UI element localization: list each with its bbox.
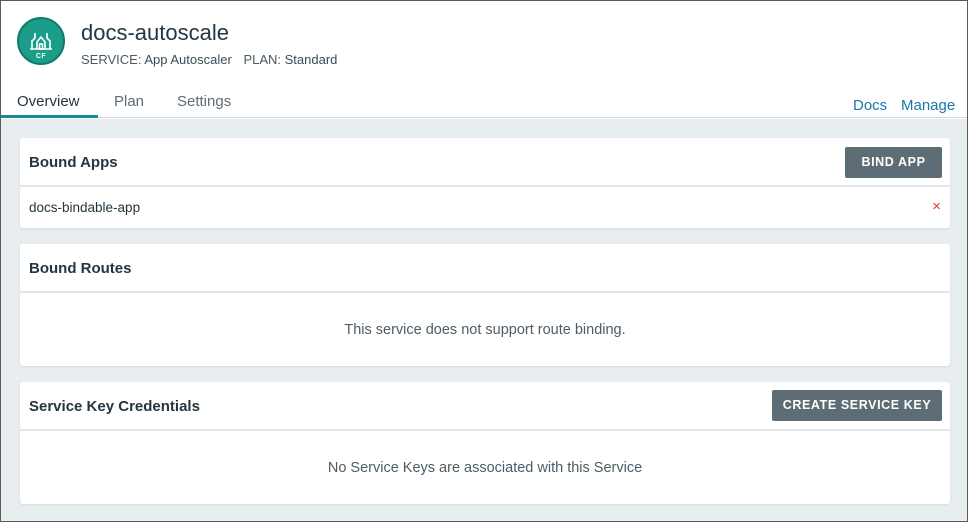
page-title: docs-autoscale: [81, 20, 229, 45]
logo-label: CF: [35, 53, 47, 60]
plan-label: PLAN:: [243, 52, 282, 67]
service-keys-card: Service Key Credentials CREATE SERVICE K…: [20, 382, 950, 504]
active-tab-indicator: [1, 115, 98, 118]
remove-app-icon[interactable]: ×: [932, 198, 941, 215]
service-meta: SERVICE: App Autoscaler PLAN: Standard: [81, 52, 337, 67]
bound-routes-title: Bound Routes: [29, 260, 132, 277]
manage-link[interactable]: Manage: [901, 97, 955, 114]
window: CF docs-autoscale SERVICE: App Autoscale…: [0, 0, 968, 522]
create-service-key-button[interactable]: CREATE SERVICE KEY: [772, 390, 942, 421]
docs-link[interactable]: Docs: [853, 97, 887, 114]
bound-routes-header: Bound Routes: [20, 244, 950, 293]
bound-apps-header: Bound Apps BIND APP: [20, 138, 950, 187]
service-label: SERVICE:: [81, 52, 142, 67]
tab-plan[interactable]: Plan: [114, 89, 144, 118]
service-logo-icon: CF: [17, 17, 65, 65]
bound-apps-card: Bound Apps BIND APP docs-bindable-app ×: [20, 138, 950, 228]
tab-overview[interactable]: Overview: [17, 89, 80, 118]
service-keys-title: Service Key Credentials: [29, 398, 200, 415]
bound-app-name[interactable]: docs-bindable-app: [29, 200, 140, 215]
main-content: Bound Apps BIND APP docs-bindable-app × …: [1, 119, 967, 521]
routes-empty-message: This service does not support route bind…: [344, 322, 626, 338]
bound-apps-title: Bound Apps: [29, 154, 118, 171]
service-value: App Autoscaler: [144, 52, 232, 67]
service-keys-header: Service Key Credentials CREATE SERVICE K…: [20, 382, 950, 431]
plan-value: Standard: [284, 52, 338, 67]
bind-app-button[interactable]: BIND APP: [845, 147, 942, 178]
page-header: CF docs-autoscale SERVICE: App Autoscale…: [1, 1, 967, 118]
service-keys-empty-message: No Service Keys are associated with this…: [327, 460, 643, 476]
tab-settings[interactable]: Settings: [177, 89, 231, 118]
bound-routes-card: Bound Routes This service does not suppo…: [20, 244, 950, 366]
tab-bar: Overview Plan Settings: [1, 89, 967, 118]
